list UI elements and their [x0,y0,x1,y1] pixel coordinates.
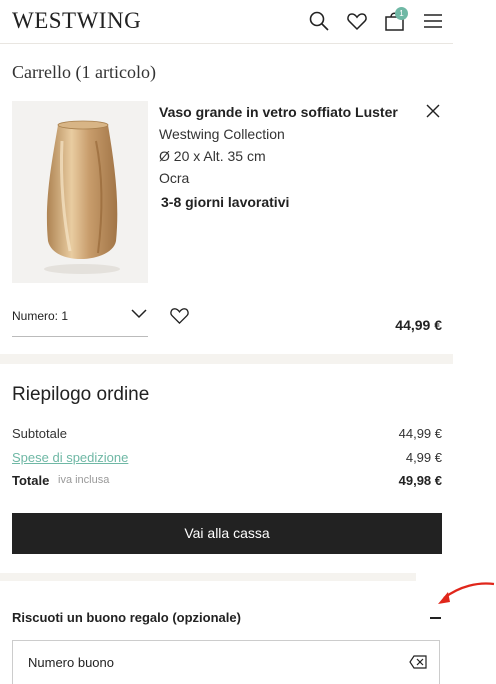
item-price: 44,99 € [395,317,442,333]
remove-item-icon[interactable] [424,102,442,120]
quantity-select[interactable]: Numero: 1 [12,301,148,337]
subtotal-label: Subtotale [12,426,67,441]
voucher-number-field[interactable] [12,640,440,684]
delivery-time: 3-8 giorni lavorativi [161,194,290,210]
voucher-number-input[interactable] [26,654,370,671]
quantity-label: Numero: 1 [12,309,69,323]
annotation-arrow-icon [438,582,495,604]
chevron-down-icon [131,309,147,319]
section-divider [0,354,453,364]
section-divider [0,573,416,581]
westwing-logo[interactable]: WESTWING [12,8,141,34]
shipping-costs-link[interactable]: Spese di spedizione [12,450,128,465]
total-label: Totale [12,473,50,488]
product-image[interactable] [12,101,148,283]
cart-count-badge: 1 [395,7,408,20]
clear-input-icon[interactable] [409,655,427,669]
total-vat-note: iva inclusa [58,474,110,486]
total-value: 49,98 € [398,473,442,488]
search-icon[interactable] [308,10,330,32]
menu-icon[interactable] [422,10,444,32]
product-dimensions: Ø 20 x Alt. 35 cm [159,148,266,164]
heart-icon[interactable] [346,10,368,32]
add-to-wishlist-heart-icon[interactable] [169,306,190,325]
product-brand: Westwing Collection [159,126,285,142]
checkout-button[interactable]: Vai alla cassa [12,513,442,554]
cart-title: Carrello (1 articolo) [12,62,156,82]
header: WESTWING 1 [0,0,453,44]
collapse-minus-icon[interactable] [430,617,441,619]
shipping-value: 4,99 € [405,450,442,465]
voucher-section-toggle[interactable]: Riscuoti un buono regalo (opzionale) [12,610,241,625]
product-color: Ocra [159,170,190,186]
subtotal-value: 44,99 € [398,426,442,441]
order-summary-title: Riepilogo ordine [12,384,150,405]
product-name[interactable]: Vaso grande in vetro soffiato Luster [159,104,398,120]
